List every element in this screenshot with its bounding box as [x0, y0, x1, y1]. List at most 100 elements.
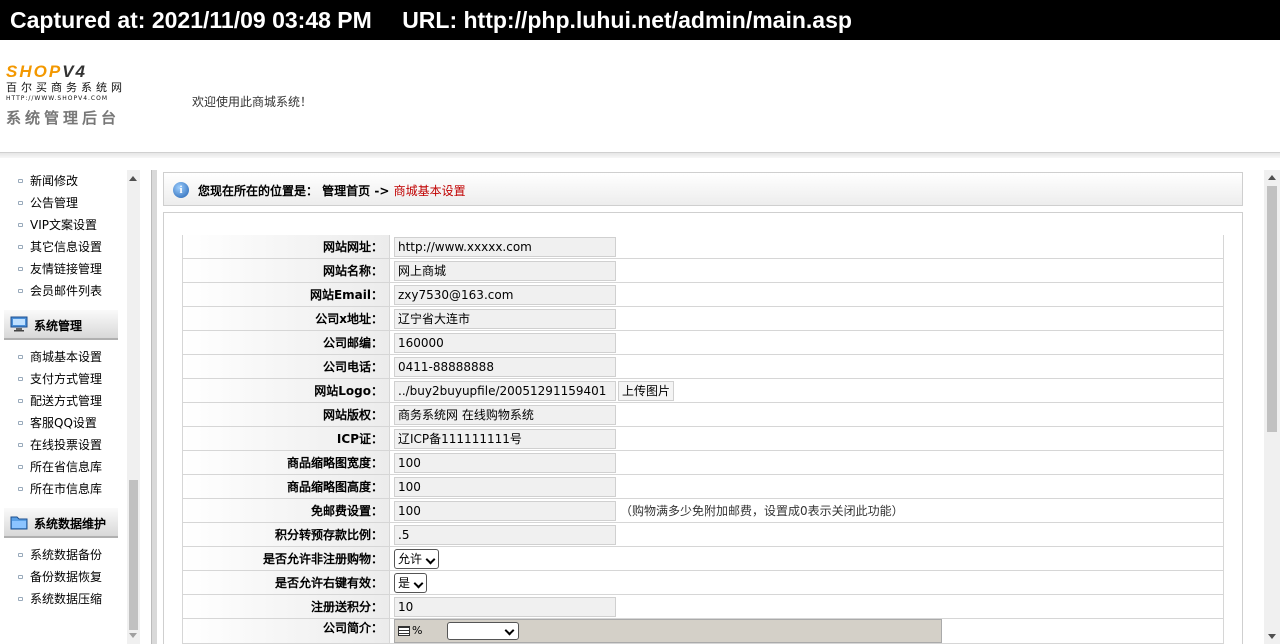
form-row: 网站Email： zxy7530@163.com	[182, 283, 1224, 307]
field-label: 网站Logo：	[182, 379, 390, 403]
monitor-icon	[10, 316, 28, 332]
bullet-icon	[18, 179, 23, 183]
sidebar-item-vip-copy[interactable]: VIP文案设置	[0, 214, 126, 236]
capture-info-bar: Captured at: 2021/11/09 03:48 PM URL: ht…	[0, 0, 1280, 40]
sidebar-scrollbar[interactable]	[127, 170, 140, 644]
info-icon: i	[173, 182, 189, 198]
form-row: 商品缩略图宽度： 100	[182, 451, 1224, 475]
register-points-input[interactable]: 10	[394, 596, 616, 617]
editor-format-select[interactable]	[447, 622, 519, 640]
form-row: 网站版权： 商务系统网 在线购物系统	[182, 403, 1224, 427]
main-scrollbar[interactable]	[1264, 170, 1280, 644]
scroll-down-arrow-icon[interactable]	[129, 633, 137, 638]
sidebar-item-friend-links[interactable]: 友情链接管理	[0, 258, 126, 280]
field-label: 商品缩略图宽度：	[182, 451, 390, 475]
form-row: 网站Logo： ../buy2buyupfile/20051291159401 上…	[182, 379, 1224, 403]
thumb-height-input[interactable]: 100	[394, 476, 616, 497]
site-name-input[interactable]: 网上商城	[394, 260, 616, 281]
breadcrumb-prefix: 您现在所在的位置是： 管理首页 ->	[198, 184, 390, 198]
logo-version-text: V4	[62, 62, 87, 81]
sidebar-item-shop-settings[interactable]: 商城基本设置	[0, 346, 126, 368]
site-logo-input[interactable]: ../buy2buyupfile/20051291159401	[394, 380, 616, 401]
admin-header: SHOPV4 百尔买商务系统网 HTTP://WWW.SHOPV4.COM 系统…	[0, 40, 1280, 152]
editor-mode-icon[interactable]	[398, 626, 410, 636]
sidebar-group-label: 系统数据维护	[34, 517, 107, 531]
field-label: 公司简介：	[182, 619, 390, 644]
field-label: ICP证：	[182, 427, 390, 451]
form-row: 是否允许右键有效： 是	[182, 571, 1224, 595]
sidebar-item-announcements[interactable]: 公告管理	[0, 192, 126, 214]
form-row: 免邮费设置： 100 （购物满多少免附加邮费，设置成0表示关闭此功能）	[182, 499, 1224, 523]
folder-icon	[10, 516, 28, 530]
sidebar-item-city-db[interactable]: 所在市信息库	[0, 478, 126, 500]
form-row: 是否允许非注册购物： 允许	[182, 547, 1224, 571]
form-row: 网站网址： http://www.xxxxx.com	[182, 235, 1224, 259]
right-click-select[interactable]: 是	[394, 572, 428, 593]
company-address-input[interactable]: 辽宁省大连市	[394, 308, 616, 329]
bullet-icon	[18, 553, 23, 557]
settings-form: 网站网址： http://www.xxxxx.com 网站名称： 网上商城 网站…	[182, 235, 1224, 644]
rich-text-editor-toolbar[interactable]: %	[394, 619, 942, 643]
field-label: 公司邮编：	[182, 331, 390, 355]
company-phone-input[interactable]: 0411-88888888	[394, 356, 616, 377]
free-shipping-note: （购物满多少免附加邮费，设置成0表示关闭此功能）	[620, 504, 904, 518]
icp-input[interactable]: 辽ICP备111111111号	[394, 428, 616, 449]
logo-admin-title: 系统管理后台	[6, 109, 121, 127]
sidebar-item-news-edit[interactable]: 新闻修改	[0, 170, 126, 192]
form-row: 注册送积分： 10	[182, 595, 1224, 619]
sidebar-item-other-info[interactable]: 其它信息设置	[0, 236, 126, 258]
field-label: 网站Email：	[182, 283, 390, 307]
bullet-icon	[18, 267, 23, 271]
sidebar-item-data-compress[interactable]: 系统数据压缩	[0, 588, 126, 610]
company-zip-input[interactable]: 160000	[394, 332, 616, 353]
scrollbar-thumb[interactable]	[1267, 186, 1277, 432]
bullet-icon	[18, 377, 23, 381]
bullet-icon	[18, 421, 23, 425]
site-copyright-input[interactable]: 商务系统网 在线购物系统	[394, 404, 616, 425]
sidebar-group-data-maintenance[interactable]: 系统数据维护	[4, 508, 118, 538]
form-row: 公司x地址： 辽宁省大连市	[182, 307, 1224, 331]
site-url-input[interactable]: http://www.xxxxx.com	[394, 236, 616, 257]
bullet-icon	[18, 223, 23, 227]
sidebar-item-data-backup[interactable]: 系统数据备份	[0, 544, 126, 566]
sidebar-item-online-vote[interactable]: 在线投票设置	[0, 434, 126, 456]
sidebar-item-qq-service[interactable]: 客服QQ设置	[0, 412, 126, 434]
scroll-up-arrow-icon[interactable]	[1268, 175, 1276, 180]
sidebar-group-system[interactable]: 系统管理	[4, 310, 118, 340]
bullet-icon	[18, 575, 23, 579]
form-row: 商品缩略图高度： 100	[182, 475, 1224, 499]
left-sidebar: 新闻修改 公告管理 VIP文案设置 其它信息设置 友情链接管理 会员邮件列表 系…	[0, 170, 142, 644]
form-row: 积分转预存款比例： .5	[182, 523, 1224, 547]
sidebar-item-data-restore[interactable]: 备份数据恢复	[0, 566, 126, 588]
sidebar-group-label: 系统管理	[34, 319, 83, 333]
capture-url: URL: http://php.luhui.net/admin/main.asp	[402, 7, 852, 33]
sidebar-item-delivery-methods[interactable]: 配送方式管理	[0, 390, 126, 412]
scroll-up-arrow-icon[interactable]	[129, 176, 137, 181]
free-shipping-input[interactable]: 100	[394, 500, 616, 521]
sidebar-item-member-emails[interactable]: 会员邮件列表	[0, 280, 126, 302]
scroll-down-arrow-icon[interactable]	[1268, 634, 1276, 639]
field-label: 网站名称：	[182, 259, 390, 283]
form-row: 网站名称： 网上商城	[182, 259, 1224, 283]
sidebar-menu: 新闻修改 公告管理 VIP文案设置 其它信息设置 友情链接管理 会员邮件列表 系…	[0, 170, 126, 610]
logo-subtitle: 百尔买商务系统网	[6, 81, 126, 94]
upload-image-button[interactable]: 上传图片	[618, 380, 675, 401]
guest-purchase-select[interactable]: 允许	[394, 548, 440, 569]
main-content: i 您现在所在的位置是： 管理首页 -> 商城基本设置 网站网址： http:/…	[158, 166, 1261, 644]
breadcrumb: i 您现在所在的位置是： 管理首页 -> 商城基本设置	[163, 172, 1243, 206]
field-label: 网站网址：	[182, 235, 390, 259]
scrollbar-thumb[interactable]	[129, 480, 138, 630]
bullet-icon	[18, 245, 23, 249]
bullet-icon	[18, 355, 23, 359]
frame-divider[interactable]	[151, 170, 157, 644]
breadcrumb-current: 商城基本设置	[393, 184, 466, 198]
field-label: 商品缩略图高度：	[182, 475, 390, 499]
field-label: 是否允许右键有效：	[182, 571, 390, 595]
form-row: ICP证： 辽ICP备111111111号	[182, 427, 1224, 451]
field-label: 公司x地址：	[182, 307, 390, 331]
sidebar-item-province-db[interactable]: 所在省信息库	[0, 456, 126, 478]
site-email-input[interactable]: zxy7530@163.com	[394, 284, 616, 305]
thumb-width-input[interactable]: 100	[394, 452, 616, 473]
points-ratio-input[interactable]: .5	[394, 524, 616, 545]
sidebar-item-payment-methods[interactable]: 支付方式管理	[0, 368, 126, 390]
